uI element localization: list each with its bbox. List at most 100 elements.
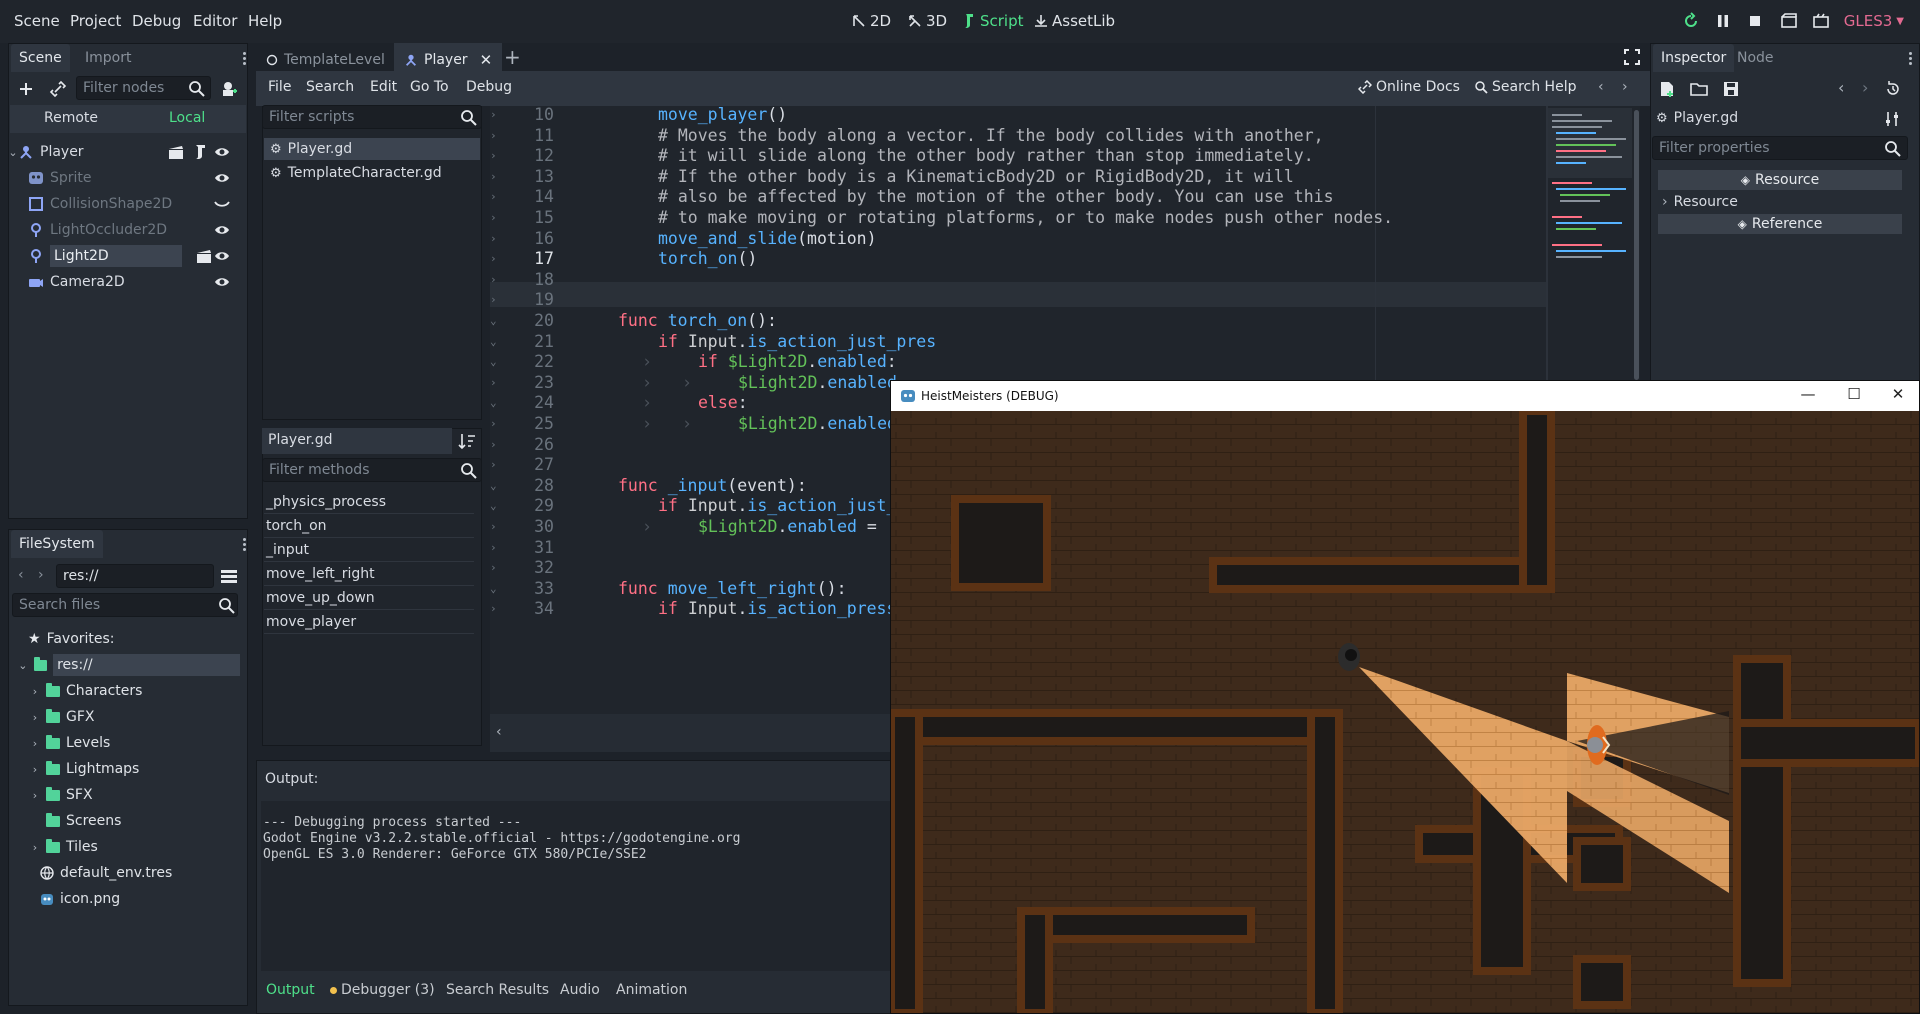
add-node-icon[interactable] <box>17 80 35 98</box>
local-tab[interactable]: Local <box>169 110 205 126</box>
remote-tab[interactable]: Remote <box>44 110 98 126</box>
split-view-icon[interactable] <box>220 567 238 585</box>
expand-arrow-icon[interactable]: › <box>30 841 40 854</box>
visibility-eye-icon[interactable] <box>214 275 230 289</box>
visibility-eye-icon[interactable] <box>214 171 230 185</box>
script-menu-debug[interactable]: Debug <box>466 79 512 95</box>
save-icon[interactable] <box>1722 80 1740 98</box>
script-item-templatecharacter[interactable]: ⚙ TemplateCharacter.gd <box>264 162 480 184</box>
bottom-tab-search-results[interactable]: Search Results <box>446 982 549 998</box>
menu-help[interactable]: Help <box>248 12 282 30</box>
link-icon[interactable] <box>49 80 67 98</box>
renderer-select[interactable]: GLES3 ▼ <box>1844 12 1904 30</box>
tree-node-light2d[interactable]: Light2D <box>28 244 240 268</box>
tree-node-collisionshape2d[interactable]: CollisionShape2D <box>28 192 240 216</box>
menu-project[interactable]: Project <box>70 12 121 30</box>
method-item[interactable]: move_left_right <box>264 562 474 586</box>
search-files-input[interactable]: Search files <box>12 593 238 617</box>
filter-scripts-input[interactable]: Filter scripts <box>262 105 482 129</box>
minimize-icon[interactable]: — <box>1795 385 1821 407</box>
play-scene-icon[interactable] <box>1780 12 1798 30</box>
scrollbar-thumb[interactable] <box>1634 110 1639 380</box>
expand-arrow-icon[interactable]: › <box>30 789 40 802</box>
script-menu-goto[interactable]: Go To <box>410 79 449 95</box>
tree-node-lightoccluder2d[interactable]: LightOccluder2D <box>28 218 240 242</box>
fullscreen-icon[interactable] <box>1624 49 1640 65</box>
method-item[interactable]: torch_on <box>264 514 474 538</box>
nav-back-icon[interactable]: ‹ <box>18 567 24 583</box>
filter-methods-input[interactable]: Filter methods <box>262 458 482 482</box>
game-window-titlebar[interactable]: HeistMeisters (DEBUG) — ☐ ✕ <box>891 381 1919 411</box>
bottom-tab-audio[interactable]: Audio <box>560 982 600 998</box>
new-resource-icon[interactable] <box>1658 80 1676 98</box>
fs-folder-characters[interactable]: › Characters <box>30 679 252 703</box>
sort-icon[interactable] <box>458 432 476 450</box>
fs-folder-screens[interactable]: Screens <box>30 809 252 833</box>
method-item[interactable]: move_player <box>264 610 474 634</box>
inspector-forward-icon[interactable]: › <box>1862 78 1868 97</box>
tab-inspector[interactable]: Inspector <box>1653 44 1735 72</box>
menu-scene[interactable]: Scene <box>14 12 60 30</box>
dock-menu-icon[interactable] <box>1909 52 1913 66</box>
reload-icon[interactable] <box>1682 12 1700 30</box>
instance-scene-icon[interactable] <box>220 80 238 98</box>
visibility-eye-icon[interactable] <box>214 145 230 159</box>
game-viewport[interactable] <box>891 411 1919 1013</box>
pause-icon[interactable] <box>1714 12 1732 30</box>
fs-folder-sfx[interactable]: › SFX <box>30 783 252 807</box>
fs-folder-gfx[interactable]: › GFX <box>30 705 252 729</box>
online-docs-button[interactable]: Online Docs <box>1358 79 1460 95</box>
menu-debug[interactable]: Debug <box>132 12 181 30</box>
expand-arrow-icon[interactable]: › <box>30 711 40 724</box>
visibility-eye-icon[interactable] <box>214 223 230 237</box>
dock-menu-icon[interactable] <box>243 538 247 552</box>
add-tab-icon[interactable]: + <box>504 45 521 69</box>
method-item[interactable]: move_up_down <box>264 586 474 610</box>
tab-templatelevel[interactable]: TemplateLevel <box>256 43 395 71</box>
close-icon[interactable]: ✕ <box>480 51 493 69</box>
script-menu-edit[interactable]: Edit <box>370 79 397 95</box>
tree-node-player[interactable]: ⌄ Player <box>8 140 240 164</box>
game-window[interactable]: HeistMeisters (DEBUG) — ☐ ✕ <box>890 380 1920 1014</box>
tree-node-sprite[interactable]: Sprite <box>28 166 240 190</box>
bottom-tab-animation[interactable]: Animation <box>616 982 687 998</box>
method-item[interactable]: _input <box>264 538 474 562</box>
expand-arrow-icon[interactable]: › <box>30 685 40 698</box>
play-custom-scene-icon[interactable] <box>1812 12 1830 30</box>
favorites-row[interactable]: ★ Favorites: <box>28 627 250 651</box>
clapperboard-icon[interactable] <box>196 248 212 264</box>
script-attached-icon[interactable] <box>192 144 208 160</box>
stop-icon[interactable] <box>1746 12 1764 30</box>
clapperboard-icon[interactable] <box>168 144 184 160</box>
menu-editor[interactable]: Editor <box>193 12 237 30</box>
fs-file-icon-png[interactable]: icon.png <box>40 887 262 911</box>
fs-file-default-env[interactable]: default_env.tres <box>40 861 262 885</box>
tab-player[interactable]: Player ✕ <box>394 43 503 71</box>
tree-node-camera2d[interactable]: Camera2D <box>28 270 240 294</box>
close-icon[interactable]: ✕ <box>1885 385 1911 407</box>
toggle-scripts-panel-icon[interactable]: ‹ <box>496 724 502 740</box>
script-menu-search[interactable]: Search <box>306 79 354 95</box>
object-properties-icon[interactable] <box>1884 110 1902 128</box>
mode-3d-button[interactable]: 3D <box>908 12 947 30</box>
bottom-tab-debugger[interactable]: Debugger (3) <box>330 982 435 998</box>
history-back-icon[interactable]: ‹ <box>1598 79 1604 95</box>
method-item[interactable]: _physics_process <box>264 490 474 514</box>
search-help-button[interactable]: Search Help <box>1474 79 1576 95</box>
bottom-tab-output[interactable]: Output <box>266 982 315 998</box>
mode-2d-button[interactable]: 2D <box>852 12 891 30</box>
mode-script-button[interactable]: Script <box>962 12 1024 30</box>
filter-properties-input[interactable]: Filter properties <box>1652 136 1908 160</box>
fs-folder-tiles[interactable]: › Tiles <box>30 835 252 859</box>
tab-filesystem[interactable]: FileSystem <box>11 530 103 558</box>
path-field[interactable]: res:// <box>56 564 214 588</box>
script-menu-file[interactable]: File <box>268 79 291 95</box>
open-folder-icon[interactable] <box>1690 80 1708 98</box>
fs-root-row[interactable]: ⌄ res:// <box>18 653 241 677</box>
tab-node[interactable]: Node <box>1729 44 1782 72</box>
inspector-back-icon[interactable]: ‹ <box>1838 78 1844 97</box>
fs-folder-lightmaps[interactable]: › Lightmaps <box>30 757 252 781</box>
inspected-object[interactable]: ⚙ Player.gd <box>1656 106 1876 130</box>
dock-menu-icon[interactable] <box>243 52 247 66</box>
property-resource[interactable]: › Resource <box>1658 192 1902 212</box>
